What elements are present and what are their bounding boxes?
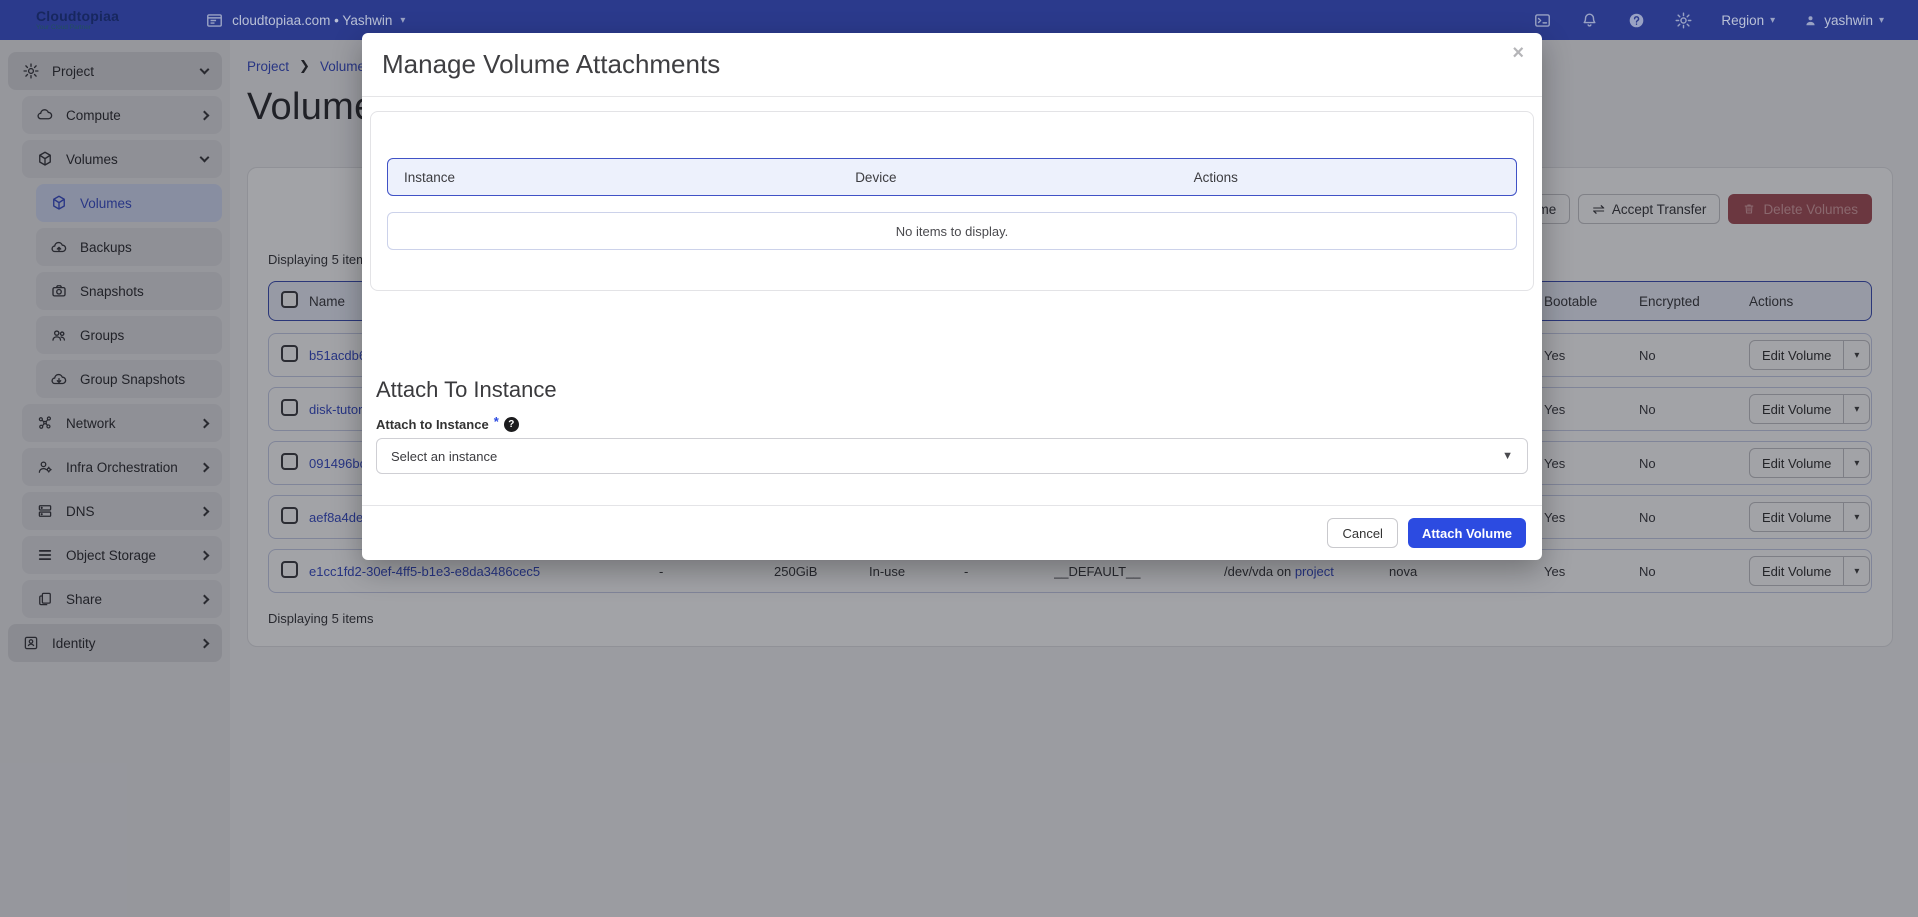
attach-field-label: Attach to Instance * ?	[376, 417, 1528, 432]
close-icon[interactable]: ×	[1512, 43, 1524, 63]
attachments-header-row: Instance Device Actions	[387, 158, 1517, 196]
divider	[362, 96, 1542, 97]
field-label-text: Attach to Instance	[376, 417, 489, 432]
column-header-device: Device	[839, 170, 1177, 185]
chevron-down-icon: ▾	[1879, 15, 1884, 26]
region-dropdown[interactable]: Region ▾	[1721, 13, 1775, 28]
chevron-down-icon: ▾	[1770, 15, 1775, 26]
terminal-icon[interactable]	[1533, 11, 1552, 30]
instance-select[interactable]: Select an instance ▼	[376, 438, 1528, 474]
console-window-icon	[205, 11, 224, 30]
attach-to-instance-section: Attach To Instance Attach to Instance * …	[376, 377, 1528, 474]
column-header-actions: Actions	[1178, 170, 1516, 185]
modal-footer: Cancel Attach Volume	[362, 505, 1542, 560]
section-title: Attach To Instance	[376, 377, 1528, 403]
help-icon[interactable]	[1627, 11, 1646, 30]
required-asterisk: *	[494, 414, 499, 429]
attach-volume-button[interactable]: Attach Volume	[1408, 518, 1526, 548]
help-icon[interactable]: ?	[504, 417, 519, 432]
attachments-empty-row: No items to display.	[387, 212, 1517, 250]
manage-volume-attachments-modal: Manage Volume Attachments × Instance Dev…	[362, 33, 1542, 560]
cancel-button[interactable]: Cancel	[1327, 518, 1397, 548]
user-icon	[1803, 13, 1818, 28]
region-label: Region	[1721, 13, 1764, 28]
user-label: yashwin	[1824, 13, 1873, 28]
brand-tagline: Your Cloud Partner	[36, 25, 119, 32]
domain-project-label: cloudtopiaa.com • Yashwin	[232, 13, 392, 28]
domain-project-switcher[interactable]: cloudtopiaa.com • Yashwin ▾	[205, 11, 405, 30]
chevron-down-icon: ▼	[1502, 450, 1513, 462]
attachments-panel: Instance Device Actions No items to disp…	[370, 111, 1534, 291]
bell-icon[interactable]	[1580, 11, 1599, 30]
brand-name: Cloudtopiaa	[36, 9, 119, 23]
column-header-instance: Instance	[388, 170, 839, 185]
modal-title: Manage Volume Attachments	[382, 49, 1522, 80]
instance-select-value: Select an instance	[391, 449, 497, 464]
gear-icon[interactable]	[1674, 11, 1693, 30]
brand-logo[interactable]: Cloudtopiaa Your Cloud Partner	[36, 9, 119, 32]
chevron-down-icon: ▾	[400, 15, 405, 26]
user-menu[interactable]: yashwin ▾	[1803, 13, 1884, 28]
